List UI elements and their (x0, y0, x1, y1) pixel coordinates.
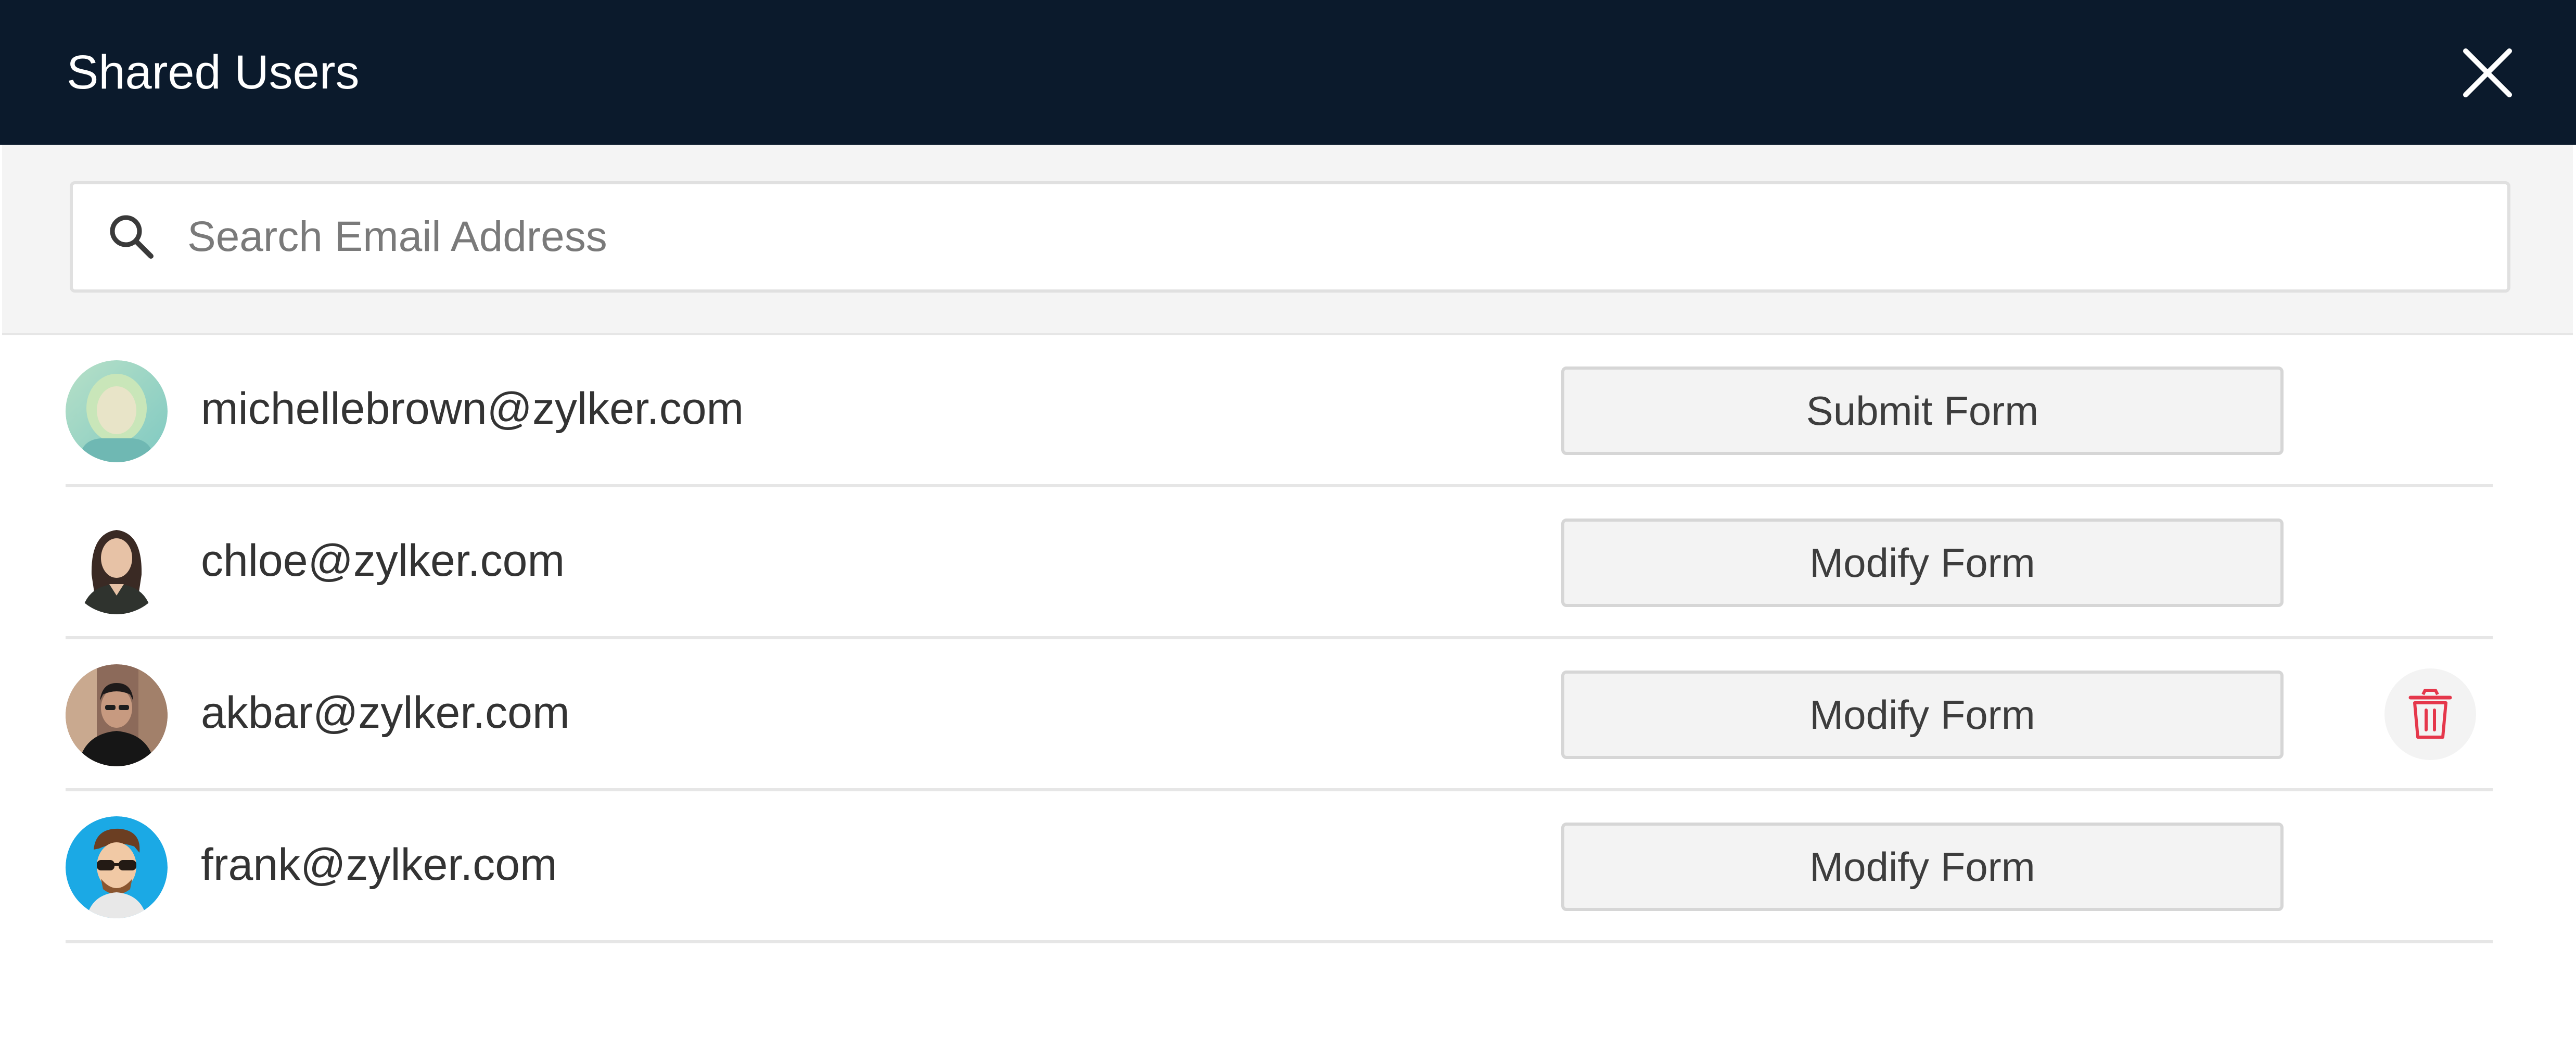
shared-users-dialog: Shared Users Search Email Address michel… (0, 0, 2576, 1062)
avatar (66, 360, 168, 462)
permission-button[interactable]: Submit Form (1561, 366, 2284, 455)
user-row: akbar@zylker.com Modify Form (66, 639, 2493, 791)
search-section (2, 145, 2573, 335)
shared-user-list: michellebrown@zylker.com Submit Form chl… (66, 335, 2493, 943)
permission-button[interactable]: Modify Form (1561, 519, 2284, 607)
user-row: frank@zylker.com Modify Form (66, 791, 2493, 943)
avatar (66, 512, 168, 614)
trash-icon (2408, 689, 2452, 739)
user-email: michellebrown@zylker.com (201, 384, 744, 434)
search-input[interactable] (187, 198, 2477, 276)
user-email: akbar@zylker.com (201, 688, 570, 738)
search-icon (110, 215, 154, 259)
user-row: chloe@zylker.com Modify Form (66, 487, 2493, 639)
user-email: chloe@zylker.com (201, 536, 565, 586)
avatar (66, 816, 168, 918)
user-row: michellebrown@zylker.com Submit Form (66, 335, 2493, 487)
dialog-header: Shared Users (0, 0, 2576, 145)
search-box[interactable] (70, 181, 2510, 293)
dialog-title: Shared Users (67, 46, 360, 99)
avatar (66, 664, 168, 766)
permission-button[interactable]: Modify Form (1561, 823, 2284, 911)
permission-button[interactable]: Modify Form (1561, 671, 2284, 759)
delete-user-button[interactable] (2384, 668, 2476, 760)
close-icon[interactable] (2456, 42, 2519, 104)
user-email: frank@zylker.com (201, 840, 557, 890)
